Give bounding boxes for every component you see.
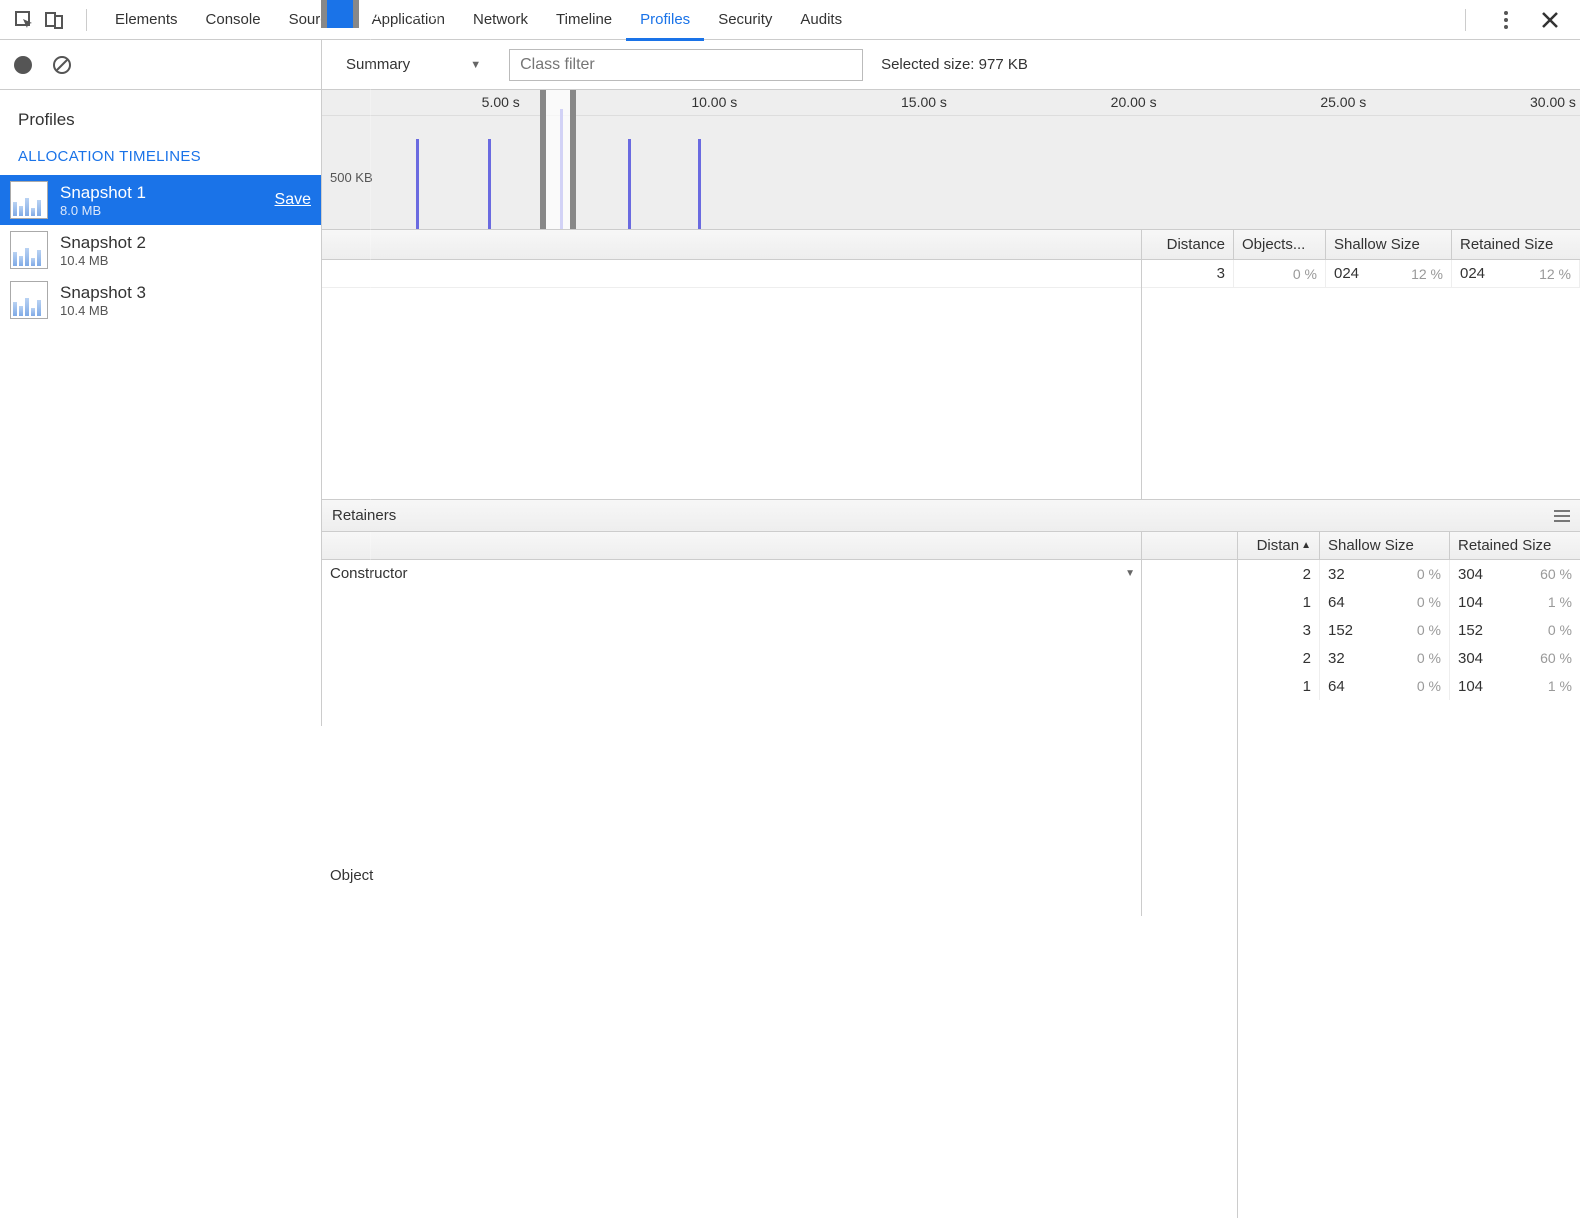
save-link[interactable]: Save <box>275 191 311 209</box>
col-retained[interactable]: Retained Size <box>1452 230 1580 259</box>
allocation-timeline[interactable]: 5.00 s 10.00 s 15.00 s 20.00 s 25.00 s 30.00 … <box>322 90 1580 230</box>
record-button[interactable] <box>14 56 32 74</box>
snapshot-item[interactable]: Snapshot 310.4 MB <box>0 275 321 325</box>
alloc-bar <box>416 139 419 229</box>
section-label: ALLOCATION TIMELINES <box>0 138 321 175</box>
tab-console[interactable]: Console <box>192 0 275 40</box>
col-object[interactable]: Object <box>322 532 1238 1218</box>
clear-icon[interactable] <box>52 55 72 75</box>
profiles-sidebar: Profiles ALLOCATION TIMELINES Snapshot 1… <box>0 40 322 726</box>
inspect-icon[interactable] <box>12 8 36 32</box>
profiles-heading: Profiles <box>0 102 321 138</box>
retainers-header: Retainers <box>322 500 1580 532</box>
constructor-name: "xxxxxxxxxxxxxxxxxxxxxxxxxxxxxxxxxxxxxxx… <box>362 335 371 352</box>
snapshot-icon <box>10 181 48 219</box>
tab-security[interactable]: Security <box>704 0 786 40</box>
snapshot-icon <box>10 231 48 269</box>
divider <box>86 9 87 31</box>
profile-toolbar: Summary ▼ Selected size: 977 KB <box>322 40 1580 90</box>
devtools-tabs: ElementsConsoleSourcesApplicationNetwork… <box>0 0 1580 40</box>
tick-label: 5.00 s <box>482 94 520 110</box>
alloc-bar <box>628 139 631 229</box>
snapshot-size: 10.4 MB <box>60 303 311 318</box>
kebab-icon[interactable] <box>1494 8 1518 32</box>
divider <box>1465 9 1466 31</box>
tick-label: 30.00 s <box>1530 94 1576 110</box>
hamburger-icon[interactable] <box>1554 507 1570 525</box>
tab-timeline[interactable]: Timeline <box>542 0 626 40</box>
alloc-bar <box>698 139 701 229</box>
device-icon[interactable] <box>42 8 66 32</box>
tab-elements[interactable]: Elements <box>101 0 192 40</box>
tick-label: 15.00 s <box>901 94 947 110</box>
col-objects[interactable]: Objects... <box>1234 230 1326 259</box>
col-distance[interactable]: Distance <box>1142 230 1234 259</box>
class-filter-input[interactable] <box>509 49 863 81</box>
snapshot-name: Snapshot 3 <box>60 283 311 303</box>
snapshot-size: 8.0 MB <box>60 203 263 218</box>
snapshot-icon <box>10 281 48 319</box>
tab-profiles[interactable]: Profiles <box>626 0 704 40</box>
snapshot-item[interactable]: Snapshot 210.4 MB <box>0 225 321 275</box>
col-shallow[interactable]: Shallow Size <box>1326 230 1452 259</box>
tab-audits[interactable]: Audits <box>786 0 856 40</box>
snapshot-name: Snapshot 1 <box>60 183 263 203</box>
tab-network[interactable]: Network <box>459 0 542 40</box>
tick-label: 10.00 s <box>691 94 737 110</box>
chevron-down-icon: ▼ <box>470 59 481 71</box>
timeline-selection[interactable] <box>540 90 576 229</box>
snapshot-item[interactable]: Snapshot 18.0 MB Save <box>0 175 321 225</box>
selected-size-label: Selected size: 977 KB <box>881 56 1028 73</box>
snapshot-name: Snapshot 2 <box>60 233 311 253</box>
col-r-shallow[interactable]: Shallow Size <box>1320 532 1450 559</box>
tick-label: 25.00 s <box>1320 94 1366 110</box>
snapshot-size: 10.4 MB <box>60 253 311 268</box>
close-icon[interactable] <box>1538 8 1562 32</box>
col-r-distance[interactable]: Distan▲ <box>1238 532 1320 559</box>
alloc-bar <box>488 139 491 229</box>
tick-label: 20.00 s <box>1111 94 1157 110</box>
col-r-retained[interactable]: Retained Size <box>1450 532 1580 559</box>
